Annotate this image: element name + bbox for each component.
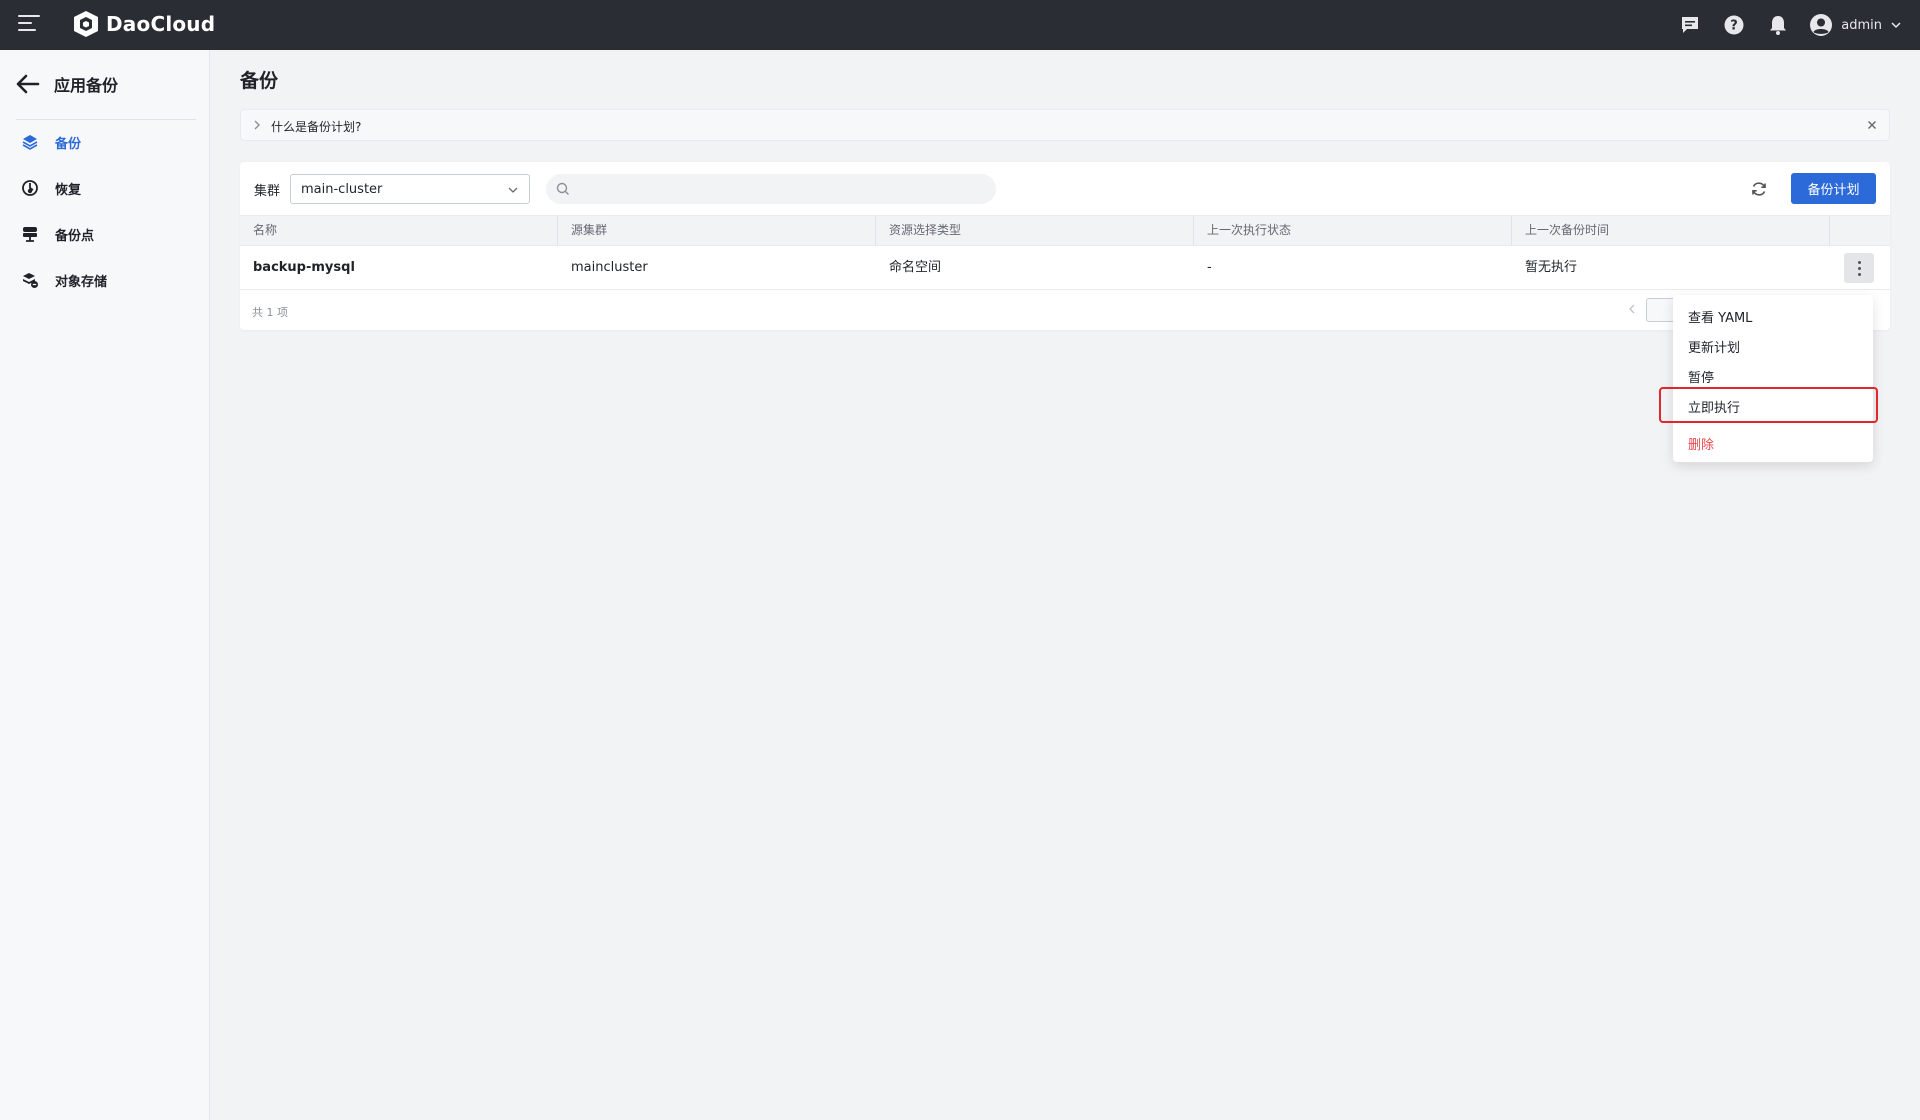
page-title: 备份 xyxy=(240,70,279,92)
sidebar-item-label: 恢复 xyxy=(55,182,82,198)
cell-name[interactable]: backup-mysql xyxy=(240,246,558,290)
sidebar: 应用备份 备份 恢复 备份点 对象存储 xyxy=(0,50,210,1120)
chevron-down-icon xyxy=(508,187,518,193)
back-to-app-backup[interactable]: 应用备份 xyxy=(16,72,196,96)
cell-source-cluster: maincluster xyxy=(571,260,648,275)
menu-icon[interactable] xyxy=(18,15,40,35)
row-actions-menu: 查看 YAML 更新计划 暂停 立即执行 删除 xyxy=(1673,295,1873,462)
menu-item-execute-now[interactable]: 立即执行 xyxy=(1673,395,1873,423)
cluster-label: 集群 xyxy=(254,184,281,199)
column-header-last-backup-time[interactable]: 上一次备份时间 xyxy=(1512,216,1830,245)
table-header: 名称 源集群 资源选择类型 上一次执行状态 上一次备份时间 xyxy=(240,215,1890,246)
top-bar: DaoCloud ? admin xyxy=(0,0,1920,50)
brand-name: DaoCloud xyxy=(106,12,216,36)
cluster-select[interactable]: main-cluster xyxy=(290,174,530,204)
server-icon xyxy=(23,227,37,242)
refresh-icon xyxy=(1752,182,1766,196)
column-header-last-status[interactable]: 上一次执行状态 xyxy=(1194,216,1512,245)
create-backup-plan-button[interactable]: 备份计划 xyxy=(1791,173,1876,204)
user-name: admin xyxy=(1841,17,1882,33)
info-banner: 什么是备份计划? xyxy=(240,109,1890,141)
more-actions-button[interactable] xyxy=(1844,253,1874,283)
sidebar-item-restore[interactable]: 恢复 xyxy=(16,170,196,206)
chevron-right-icon[interactable] xyxy=(251,118,263,132)
sidebar-item-object-storage[interactable]: 对象存储 xyxy=(16,262,196,298)
search-box xyxy=(546,174,996,204)
sidebar-item-label: 备份点 xyxy=(55,228,95,244)
sidebar-item-backup-point[interactable]: 备份点 xyxy=(16,216,196,252)
cell-last-status: - xyxy=(1207,260,1212,275)
storage-icon xyxy=(23,273,38,288)
message-icon[interactable] xyxy=(1677,12,1703,38)
user-avatar-icon xyxy=(1810,14,1833,36)
refresh-button[interactable] xyxy=(1746,176,1772,202)
menu-item-delete[interactable]: 删除 xyxy=(1673,432,1873,460)
sidebar-item-label: 备份 xyxy=(55,136,82,152)
menu-item-pause[interactable]: 暂停 xyxy=(1673,365,1873,393)
search-input[interactable] xyxy=(576,181,976,197)
column-header-resource-type[interactable]: 资源选择类型 xyxy=(876,216,1194,245)
close-icon[interactable] xyxy=(1865,118,1879,132)
menu-item-view-yaml[interactable]: 查看 YAML xyxy=(1673,305,1873,333)
sidebar-title: 应用备份 xyxy=(54,76,119,95)
svg-text:?: ? xyxy=(1730,19,1738,34)
restore-icon xyxy=(22,180,38,196)
user-menu[interactable]: admin xyxy=(1809,13,1902,37)
arrow-left-icon xyxy=(16,74,40,94)
table-row: backup-mysql maincluster 命名空间 - 暂无执行 xyxy=(240,246,1890,290)
menu-item-update-plan[interactable]: 更新计划 xyxy=(1673,335,1873,363)
bell-icon[interactable] xyxy=(1765,12,1791,38)
chevron-left-icon[interactable] xyxy=(1626,302,1638,316)
backup-plan-card: 集群 main-cluster 备份计划 名称 源集群 资源选择类型 上一次执行… xyxy=(240,162,1890,330)
sidebar-item-backup[interactable]: 备份 xyxy=(16,124,196,160)
help-icon[interactable]: ? xyxy=(1721,12,1747,38)
logo[interactable]: DaoCloud xyxy=(72,9,215,39)
sidebar-divider xyxy=(16,119,196,120)
cell-resource-type: 命名空间 xyxy=(889,260,942,275)
column-header-source-cluster[interactable]: 源集群 xyxy=(558,216,876,245)
sidebar-item-label: 对象存储 xyxy=(55,274,108,290)
cell-last-backup-time: 暂无执行 xyxy=(1525,260,1578,275)
search-icon xyxy=(556,182,569,195)
column-header-name[interactable]: 名称 xyxy=(240,216,558,245)
cluster-select-value: main-cluster xyxy=(301,181,383,197)
layers-icon xyxy=(22,135,38,150)
info-banner-text[interactable]: 什么是备份计划? xyxy=(271,118,361,135)
daocloud-logo-icon xyxy=(74,11,98,37)
total-count: 共 1 项 xyxy=(252,306,288,319)
chevron-down-icon xyxy=(1891,22,1901,29)
